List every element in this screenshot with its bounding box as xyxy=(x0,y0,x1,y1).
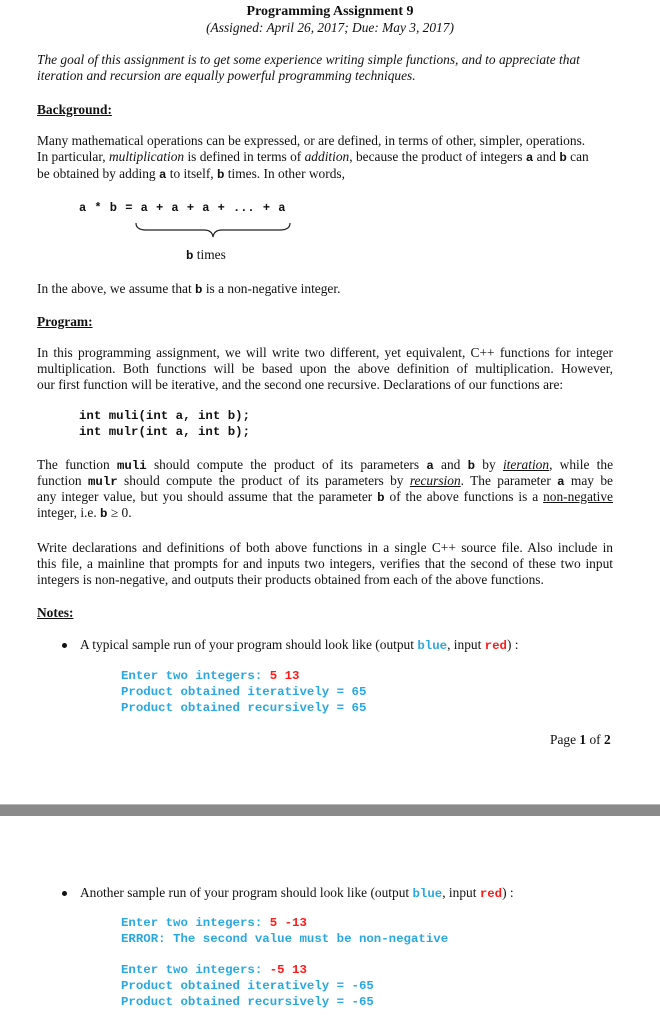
program-para-line-1: In this programming assignment, we will … xyxy=(37,345,613,360)
page-separator xyxy=(0,804,660,816)
background-para-line-2: In particular, multiplication is defined… xyxy=(37,149,589,166)
program-desc-line-4: integer, i.e. b ≥ 0. xyxy=(37,505,132,522)
user-input: 5 13 xyxy=(269,669,300,683)
text: of the above functions is a xyxy=(384,489,544,504)
text: function xyxy=(37,473,88,488)
program-heading: Program: xyxy=(37,314,93,329)
text: A typical sample run of your program sho… xyxy=(80,637,418,652)
sample-run-2-line-5: Product obtained recursively = -65 xyxy=(121,995,374,1009)
text: times xyxy=(193,247,226,262)
var-b: b xyxy=(559,151,567,165)
text: , input xyxy=(447,637,485,652)
curly-brace-icon xyxy=(135,222,291,238)
sample-run-2-line-2: ERROR: The second value must be non-nega… xyxy=(121,932,449,946)
text: of xyxy=(586,732,604,747)
page-total: 2 xyxy=(603,732,611,747)
text: to itself, xyxy=(166,166,218,181)
sample-run-2-line-3: Enter two integers: -5 13 xyxy=(121,962,307,978)
text: . The parameter xyxy=(460,473,558,488)
text: The function xyxy=(37,457,117,472)
user-input: -5 13 xyxy=(269,963,307,977)
sample-run-2-line-1: Enter two integers: 5 -13 xyxy=(121,915,307,931)
program-output: Enter two integers: xyxy=(121,669,270,683)
program-desc-line-1: The function muli should compute the pro… xyxy=(37,457,613,474)
background-assumption: In the above, we assume that b is a non-… xyxy=(37,281,340,298)
legend-output-blue: blue xyxy=(412,887,443,901)
func-muli: muli xyxy=(116,459,147,473)
program-desc-line-2: function mulr should compute the product… xyxy=(37,473,613,490)
user-input: 5 -13 xyxy=(269,916,307,930)
legend-output-blue: blue xyxy=(417,639,448,653)
text: is defined in terms of xyxy=(184,149,305,164)
background-para-line-3: be obtained by adding a to itself, b tim… xyxy=(37,166,345,183)
text: Page xyxy=(550,732,580,747)
term-iteration: iteration xyxy=(502,457,550,472)
notes-heading: Notes: xyxy=(37,605,74,620)
program-output: Enter two integers: xyxy=(121,963,270,977)
note-1-intro: A typical sample run of your program sho… xyxy=(80,637,519,654)
var-a: a xyxy=(557,475,565,489)
text: ) : xyxy=(506,637,519,652)
goal-line-2: iteration and recursion are equally powe… xyxy=(37,68,416,83)
text: integer, i.e. xyxy=(37,505,101,520)
background-heading: Background: xyxy=(37,102,112,117)
program-task-line-3: integers is non-negative, and outputs th… xyxy=(37,572,544,587)
text: ≥ 0. xyxy=(107,505,132,520)
multiplication-formula: a * b = a + a + a + ... + a xyxy=(79,201,286,215)
code-declaration-muli: int muli(int a, int b); xyxy=(79,409,251,423)
bullet-icon xyxy=(62,643,67,648)
sample-run-1-line-1: Enter two integers: 5 13 xyxy=(121,668,299,684)
text: Another sample run of your program shoul… xyxy=(80,885,413,900)
code-declaration-mulr: int mulr(int a, int b); xyxy=(79,425,251,439)
note-2-intro: Another sample run of your program shoul… xyxy=(80,885,514,902)
program-para-line-2: multiplication. Both functions will be b… xyxy=(37,361,613,376)
program-para-line-3: our first function will be iterative, an… xyxy=(37,377,564,392)
sample-run-1-line-2: Product obtained iteratively = 65 xyxy=(121,685,367,699)
text: , while the xyxy=(549,457,614,472)
sample-run-2-line-4: Product obtained iteratively = -65 xyxy=(121,979,374,993)
term-non-negative: non-negative xyxy=(543,489,613,504)
term-recursion: recursion xyxy=(409,473,461,488)
text: be obtained by adding xyxy=(37,166,159,181)
text: In the above, we assume that xyxy=(37,281,196,296)
text: , because the product of integers xyxy=(349,149,526,164)
program-output: Enter two integers: xyxy=(121,916,270,930)
text: any integer value, but you should assume… xyxy=(37,489,378,504)
bullet-icon xyxy=(62,891,67,896)
page-number: Page 1 of 2 xyxy=(550,732,611,748)
background-para-line-1: Many mathematical operations can be expr… xyxy=(37,133,586,148)
program-task-line-2: this file, a mainline that prompts for a… xyxy=(37,556,613,571)
text: times. In other words, xyxy=(224,166,345,181)
text: In particular, xyxy=(37,149,109,164)
program-desc-line-3: any integer value, but you should assume… xyxy=(37,489,613,506)
var-b: b xyxy=(467,459,476,473)
text: should compute the product of its parame… xyxy=(117,473,410,488)
term-multiplication: multiplication xyxy=(108,149,185,164)
term-addition: addition xyxy=(304,149,350,164)
document-subtitle: (Assigned: April 26, 2017; Due: May 3, 2… xyxy=(206,20,454,35)
text: is a non-negative integer. xyxy=(202,281,341,296)
document-title: Programming Assignment 9 xyxy=(246,4,414,19)
func-mulr: mulr xyxy=(87,475,118,489)
text: by xyxy=(475,457,503,472)
text: may be xyxy=(564,473,613,488)
goal-line-1: The goal of this assignment is to get so… xyxy=(37,52,580,67)
text: and xyxy=(533,149,560,164)
program-task-line-1: Write declarations and definitions of bo… xyxy=(37,540,613,555)
legend-input-red: red xyxy=(479,887,503,901)
brace-label: b times xyxy=(186,247,226,264)
text: and xyxy=(433,457,468,472)
text: can xyxy=(566,149,589,164)
legend-input-red: red xyxy=(484,639,507,653)
text: should compute the product of its parame… xyxy=(146,457,427,472)
var-a: a xyxy=(426,459,434,473)
sample-run-1-line-3: Product obtained recursively = 65 xyxy=(121,701,367,715)
text: ) : xyxy=(502,885,514,900)
var-b: b xyxy=(377,491,385,505)
text: , input xyxy=(442,885,480,900)
